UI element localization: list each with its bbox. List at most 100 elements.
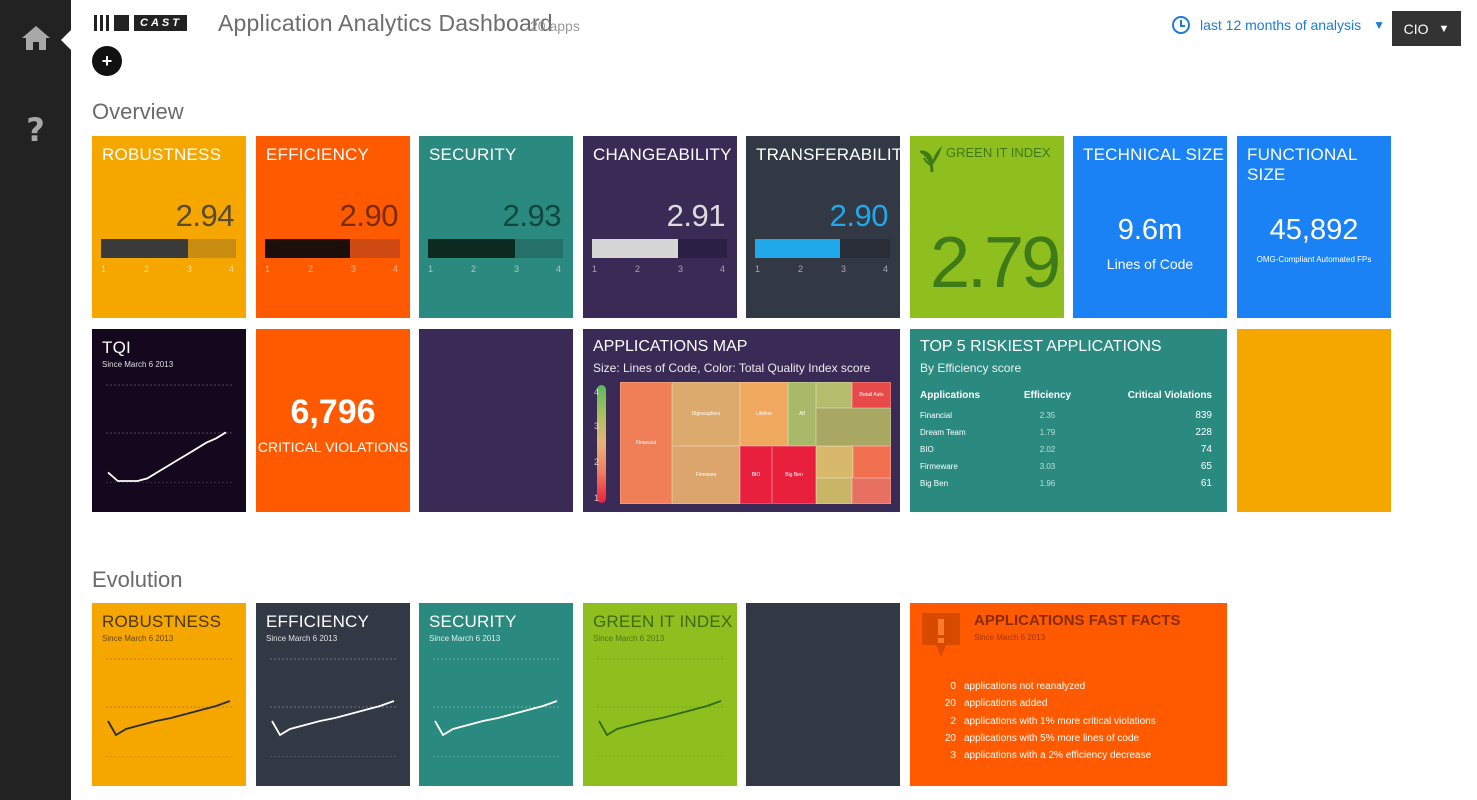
cast-logo: CAST: [94, 15, 187, 31]
fast-fact-row: 2 applications with 1% more critical viol…: [930, 713, 1156, 730]
tile-subtitle: Size: Lines of Code, Color: Total Qualit…: [593, 361, 871, 375]
fact-text: applications added: [964, 698, 1048, 710]
treemap-cell[interactable]: [816, 408, 891, 446]
tile-technical-size[interactable]: TECHNICAL SIZE 9.6m Lines of Code: [1073, 136, 1227, 318]
tile-fast-facts[interactable]: APPLICATIONS FAST FACTS Since March 6 20…: [910, 603, 1227, 786]
treemap-cell[interactable]: [816, 382, 852, 408]
period-selector[interactable]: last 12 months of analysis ▼: [1172, 16, 1385, 34]
tick-label: 1: [428, 264, 434, 274]
tick-label: 3: [514, 264, 520, 274]
tile-since: Since March 6 2013: [974, 633, 1046, 642]
treemap-cell[interactable]: [816, 478, 852, 504]
score-bar: [101, 239, 236, 258]
tick-label: 3: [841, 264, 847, 274]
role-selector[interactable]: CIO ▼: [1392, 11, 1461, 46]
color-legend: [597, 385, 606, 503]
treemap-cell[interactable]: Digisoupliers: [672, 382, 740, 446]
efficiency-value: 1.79: [1039, 427, 1056, 437]
trend-line: [107, 700, 231, 737]
app-name: Dream Team: [920, 427, 966, 437]
tile-since: Since March 6 2013: [102, 360, 174, 369]
tile-security[interactable]: SECURITY 2.93 1 2 3 4: [419, 136, 573, 318]
table-row[interactable]: Big Ben 1.96 61: [920, 476, 1212, 493]
tile-title: FUNCTIONAL SIZE: [1247, 145, 1357, 184]
treemap-cell[interactable]: Financial: [620, 382, 672, 504]
evolution-tile-robustness[interactable]: ROBUSTNESS Since March 6 2013: [92, 603, 246, 786]
fact-text: applications not reanalyzed: [964, 681, 1086, 693]
tile-title: ROBUSTNESS: [102, 612, 222, 631]
nav-help[interactable]: ?: [0, 100, 71, 160]
tile-tqi[interactable]: TQI Since March 6 2013: [92, 329, 246, 512]
tick-label: 1: [265, 264, 271, 274]
tile-title: TOP 5 RISKIEST APPLICATIONS: [920, 338, 1162, 355]
treemap-cell[interactable]: [852, 478, 891, 504]
tile-green-it[interactable]: GREEN IT INDEX 2.79: [910, 136, 1064, 318]
efficiency-value: 1.96: [1039, 478, 1056, 488]
fact-count: 20: [944, 733, 956, 745]
add-button[interactable]: +: [92, 46, 122, 76]
kpi-score: 2.91: [666, 198, 726, 233]
tile-title: EFFICIENCY: [266, 612, 370, 631]
treemap-cell[interactable]: Alf: [788, 382, 816, 446]
tick-label: 3: [351, 264, 357, 274]
app-name: Financial: [920, 410, 953, 420]
critical-violations-value: 6,796: [290, 393, 376, 431]
riskiest-table: Applications Efficiency Critical Violati…: [920, 390, 1212, 493]
fact-count: 2: [950, 715, 956, 727]
tile-applications-map[interactable]: APPLICATIONS MAP Size: Lines of Code, Co…: [583, 329, 900, 512]
treemap-cell[interactable]: BIO: [740, 446, 772, 504]
app-count: 20 apps: [530, 18, 580, 34]
tick-label: 4: [229, 264, 235, 274]
treemap-cell[interactable]: [816, 446, 853, 478]
treemap[interactable]: Financial Digisoupliers Lifeline Alf Retail …: [620, 382, 891, 504]
tile-top-riskiest[interactable]: TOP 5 RISKIEST APPLICATIONS By Efficienc…: [910, 329, 1227, 512]
tile-empty-orange: [1237, 329, 1391, 512]
fact-count: 20: [944, 698, 956, 710]
tile-title: SECURITY: [429, 145, 517, 164]
evolution-tile-green-it-index[interactable]: GREEN IT INDEX Since March 6 2013: [583, 603, 737, 786]
fact-text: applications with 1% more critical viola…: [964, 715, 1156, 727]
table-row[interactable]: BIO 2.02 74: [920, 442, 1212, 459]
trend-line: [434, 700, 558, 737]
table-row[interactable]: Firmeware 3.03 65: [920, 459, 1212, 476]
tick-label: 4: [720, 264, 726, 274]
evolution-trend-chart: [270, 658, 396, 757]
tile-transferability[interactable]: TRANSFERABILITY 2.90 1 2 3 4: [746, 136, 900, 318]
table-row[interactable]: Dream Team 1.79 228: [920, 425, 1212, 442]
treemap-cell[interactable]: Big Ben: [772, 446, 816, 504]
tick-label: 2: [635, 264, 641, 274]
evolution-tile-efficiency[interactable]: EFFICIENCY Since March 6 2013: [256, 603, 410, 786]
treemap-cell[interactable]: Firmware: [672, 446, 740, 504]
tile-title: SECURITY: [429, 612, 517, 631]
tile-robustness[interactable]: ROBUSTNESS 2.94 1 2 3 4: [92, 136, 246, 318]
tile-subtitle: By Efficiency score: [920, 361, 1022, 375]
evolution-tile-security[interactable]: SECURITY Since March 6 2013: [419, 603, 573, 786]
fact-count: 3: [950, 750, 956, 762]
treemap-cell[interactable]: Lifeline: [740, 382, 788, 446]
tile-since: Since March 6 2013: [429, 634, 501, 643]
violations-value: 61: [1200, 477, 1212, 489]
tick-label: 2: [798, 264, 804, 274]
home-icon: [21, 26, 50, 50]
fact-text: applications with a 2% efficiency decrea…: [964, 750, 1152, 762]
tile-functional-size[interactable]: FUNCTIONAL SIZE 45,892 OMG-Compliant Aut…: [1237, 136, 1391, 318]
alert-icon: [922, 613, 960, 657]
fast-fact-row: 0 applications not reanalyzed: [930, 678, 1156, 695]
fast-fact-row: 3 applications with a 2% efficiency decre…: [930, 747, 1156, 764]
treemap-cell[interactable]: Retail Auto: [852, 382, 891, 408]
tile-critical-violations[interactable]: 6,796 CRITICAL VIOLATIONS: [256, 329, 410, 512]
tick-label: 2: [471, 264, 477, 274]
treemap-cell[interactable]: [853, 446, 891, 478]
tile-empty-dark: [746, 603, 900, 786]
tick-label: 2: [144, 264, 150, 274]
tile-changeability[interactable]: CHANGEABILITY 2.91 1 2 3 4: [583, 136, 737, 318]
tile-efficiency[interactable]: EFFICIENCY 2.90 1 2 3 4: [256, 136, 410, 318]
table-row[interactable]: Financial 2.35 839: [920, 408, 1212, 425]
tick-label: 4: [556, 264, 562, 274]
fact-text: applications with 5% more lines of code: [964, 733, 1140, 745]
fact-count: 0: [950, 681, 956, 693]
tick-label: 4: [883, 264, 889, 274]
green-it-score: 2.79: [930, 223, 1061, 303]
active-pointer: [61, 30, 71, 50]
functional-size-value: 45,892: [1269, 214, 1359, 246]
